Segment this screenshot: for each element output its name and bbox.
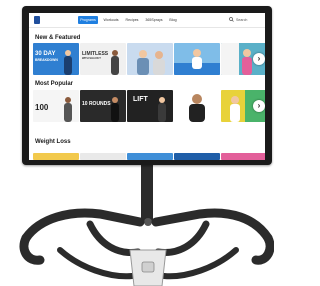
nav-item-recipes[interactable]: Recipes (125, 16, 139, 24)
search-label: Search (236, 18, 248, 22)
screen: Programs Workouts Recipes 365Sprays Blog… (29, 13, 265, 160)
bike-stem (141, 163, 153, 223)
carousel-weight-loss (33, 153, 265, 160)
program-tile[interactable] (33, 153, 79, 160)
tile-image (127, 43, 173, 75)
trainer-figure (158, 97, 166, 122)
trainer-figure (64, 50, 72, 75)
program-tile[interactable]: LIFT (127, 90, 173, 122)
nav-item-365sprays[interactable]: 365Sprays (145, 16, 163, 24)
program-tile[interactable]: 10 ROUNDS (80, 90, 126, 122)
chevron-right-icon: › (257, 54, 261, 63)
section-title-new-featured: New & Featured (35, 35, 81, 41)
search-icon (229, 17, 234, 22)
logo-mark-icon (34, 16, 40, 24)
aero-bar-right[interactable] (154, 220, 210, 257)
top-navbar: Programs Workouts Recipes 365Sprays Blog… (29, 13, 265, 28)
program-tile[interactable] (174, 43, 220, 75)
program-tile[interactable]: 100 (33, 90, 79, 122)
handlebar-right-grip[interactable] (251, 233, 274, 265)
program-tile[interactable] (127, 153, 173, 160)
console-logo (141, 261, 155, 273)
program-tile[interactable] (174, 153, 220, 160)
program-tile[interactable] (80, 153, 126, 160)
tile-image (174, 43, 220, 75)
bike-knob (144, 218, 152, 226)
handlebar-left[interactable] (21, 208, 145, 243)
carousel-next-button[interactable]: › (253, 100, 265, 112)
brand-logo[interactable] (34, 16, 62, 24)
handlebar-right[interactable] (151, 208, 273, 243)
trainer-figure (111, 50, 119, 75)
program-tile[interactable] (221, 153, 265, 160)
handlebar-left-grip[interactable] (19, 233, 45, 265)
nav-item-programs[interactable]: Programs (78, 16, 98, 24)
tile-subtitle: WITH SHAUN T (82, 57, 101, 60)
nav-item-workouts[interactable]: Workouts (103, 16, 119, 24)
tile-title: 100 (35, 103, 49, 112)
tile-image (174, 90, 220, 122)
section-title-weight-loss: Weight Loss (35, 139, 71, 145)
carousel-most-popular: 100 10 ROUNDS LIFT › (33, 90, 265, 122)
chevron-right-icon: › (257, 101, 261, 110)
tile-subtitle: BREAKDOWN (35, 58, 58, 62)
aero-bar-left[interactable] (86, 220, 142, 257)
program-tile[interactable]: 30 DAY BREAKDOWN (33, 43, 79, 75)
monitor: Programs Workouts Recipes 365Sprays Blog… (22, 6, 272, 165)
bike-display-scene: Programs Workouts Recipes 365Sprays Blog… (0, 0, 274, 286)
carousel-new-featured: 30 DAY BREAKDOWN LIMITLESS WITH SHAUN T (33, 43, 265, 75)
tile-title: 10 ROUNDS (82, 101, 111, 107)
program-tile[interactable]: LIMITLESS WITH SHAUN T (80, 43, 126, 75)
program-tile[interactable] (174, 90, 220, 122)
tile-title: LIFT (133, 96, 148, 103)
trainer-figure (111, 97, 119, 122)
trainer-figure (64, 97, 72, 122)
program-tile[interactable] (127, 43, 173, 75)
search-button[interactable]: Search (229, 16, 261, 24)
carousel-next-button[interactable]: › (253, 53, 265, 65)
tile-title: 30 DAY (35, 51, 56, 57)
section-title-most-popular: Most Popular (35, 81, 74, 87)
nav-item-blog[interactable]: Blog (168, 16, 178, 24)
